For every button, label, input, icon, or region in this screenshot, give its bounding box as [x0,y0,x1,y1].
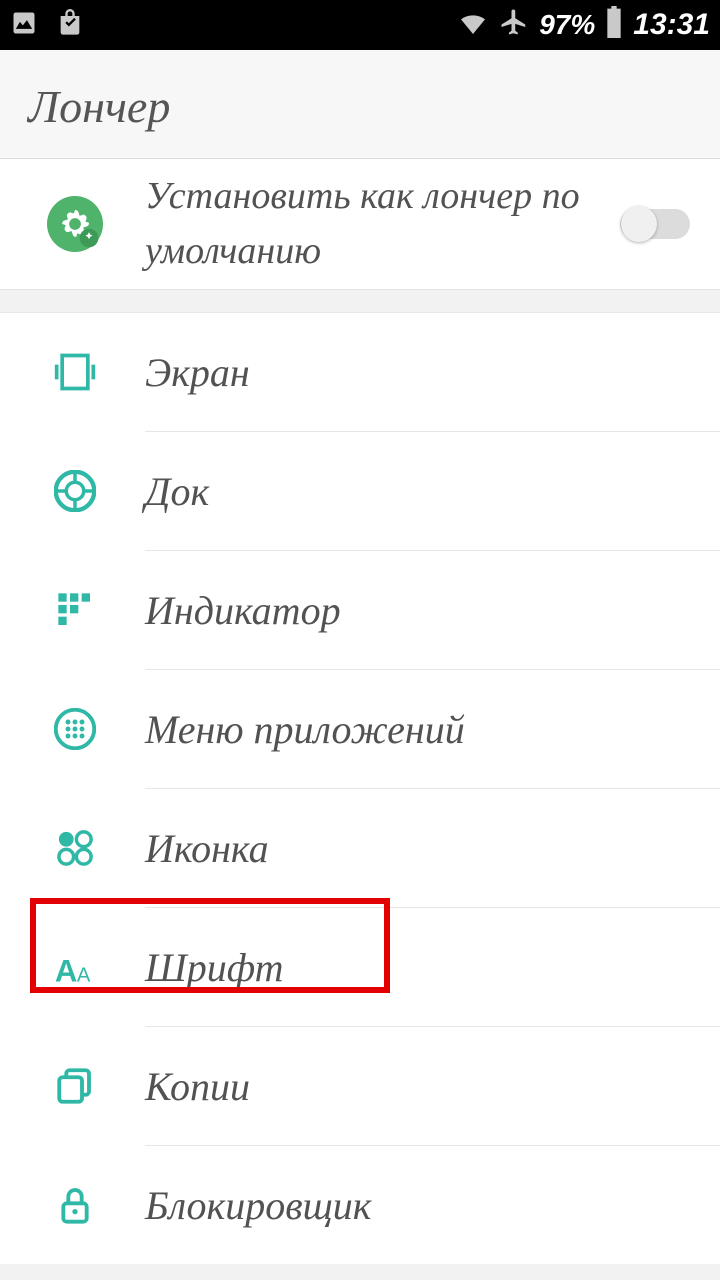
default-launcher-toggle[interactable] [620,209,690,239]
section-main: Экран Док Индикатор Меню приложений [0,313,720,1264]
row-indicator[interactable]: Индикатор [0,551,720,669]
row-screen[interactable]: Экран [0,313,720,431]
svg-text:A: A [55,954,78,989]
battery-icon [605,6,623,45]
clock: 13:31 [633,8,710,42]
row-label: Экран [145,349,700,396]
shop-notification-icon [56,9,84,42]
row-label-box: Установить как лончер по умолчанию [105,169,620,279]
section-default: Установить как лончер по умолчанию [0,159,720,289]
row-label: Шрифт [145,944,700,991]
app-menu-icon [45,708,105,750]
lock-icon [45,1185,105,1225]
row-label: Блокировщик [145,1182,700,1229]
section-gap [0,289,720,313]
status-left [10,9,84,42]
svg-text:A: A [77,965,91,987]
image-notification-icon [10,9,38,42]
row-label: Индикатор [145,587,700,634]
page-title: Лончер [28,80,692,133]
row-blocker[interactable]: Блокировщик [0,1146,720,1264]
battery-percent: 97% [539,9,595,41]
airplane-icon [499,7,529,44]
status-right: 97% 13:31 [457,6,710,45]
gear-badge-icon [45,196,105,252]
page-header: Лончер [0,50,720,159]
row-dock[interactable]: Док [0,432,720,550]
font-icon: AA [45,945,105,989]
row-app-menu[interactable]: Меню приложений [0,670,720,788]
row-label: Установить как лончер по умолчанию [145,169,620,279]
row-label: Иконка [145,825,700,872]
row-copies[interactable]: Копии [0,1027,720,1145]
row-label: Меню приложений [145,706,700,753]
copies-icon [45,1065,105,1107]
icon-icon [45,827,105,869]
row-label: Док [145,468,700,515]
dock-icon [45,470,105,512]
row-default-launcher[interactable]: Установить как лончер по умолчанию [0,159,720,289]
indicator-icon [45,590,105,630]
screen-icon [45,350,105,394]
row-icon[interactable]: Иконка [0,789,720,907]
wifi-icon [457,6,489,45]
row-label: Копии [145,1063,700,1110]
status-bar: 97% 13:31 [0,0,720,50]
row-font[interactable]: AA Шрифт [0,908,720,1026]
